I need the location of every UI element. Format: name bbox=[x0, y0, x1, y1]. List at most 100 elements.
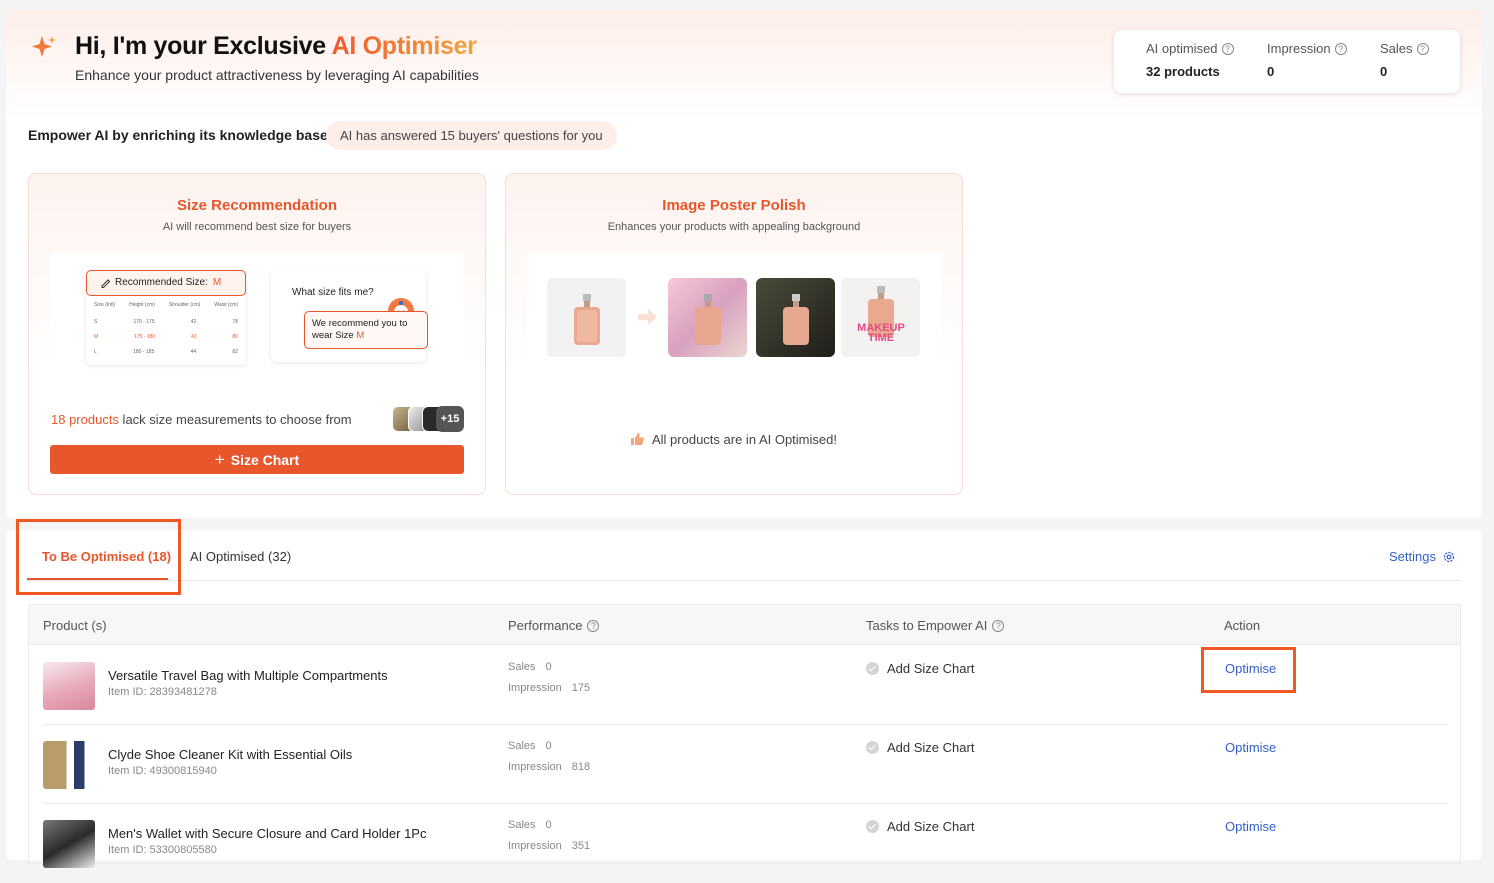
perf-impression: Impression 818 bbox=[508, 761, 590, 773]
size-chart-label: Size Chart bbox=[230, 452, 300, 468]
size-cell: Size (Intl) bbox=[94, 302, 116, 308]
size-table-row: L 180 - 185 44 82 bbox=[94, 349, 238, 355]
task-item: Add Size Chart bbox=[866, 740, 974, 755]
poster-text: MAKEUP TIME bbox=[857, 322, 905, 344]
perf-sales: Sales 0 bbox=[508, 819, 552, 831]
polished-image-floral bbox=[668, 278, 747, 357]
size-cell: 82 bbox=[232, 349, 238, 355]
help-icon[interactable]: ? bbox=[1416, 42, 1429, 55]
sparkle-icon bbox=[32, 36, 56, 57]
title-prefix: Hi, I'm your Exclusive bbox=[75, 32, 332, 60]
perf-label: Sales bbox=[508, 740, 536, 752]
size-cell: 80 bbox=[232, 334, 238, 340]
perf-label: Impression bbox=[508, 682, 562, 694]
optimise-link[interactable]: Optimise bbox=[1225, 819, 1276, 834]
stat-sales: Sales? 0 bbox=[1380, 41, 1429, 79]
ruler-icon bbox=[101, 279, 111, 288]
product-image bbox=[43, 662, 95, 710]
size-cell: 44 bbox=[190, 349, 197, 355]
optimise-link[interactable]: Optimise bbox=[1225, 740, 1276, 755]
task-item: Add Size Chart bbox=[866, 661, 974, 676]
task-item: Add Size Chart bbox=[866, 819, 974, 834]
product-image bbox=[43, 741, 95, 789]
product-item-id: Item ID: 49300815940 bbox=[108, 765, 217, 777]
size-cell: Height (cm) bbox=[129, 302, 155, 308]
perf-label: Sales bbox=[508, 819, 536, 831]
perf-value: 0 bbox=[545, 819, 552, 831]
perf-sales: Sales 0 bbox=[508, 740, 552, 752]
page-title: Hi, I'm your Exclusive AI Optimiser bbox=[75, 32, 477, 61]
highlight-box bbox=[16, 519, 181, 595]
size-cell: S bbox=[94, 319, 98, 325]
page-subtitle: Enhance your product attractiveness by l… bbox=[75, 67, 479, 83]
recommended-size-tag: Recommended Size: M bbox=[86, 270, 246, 296]
perf-sales: Sales 0 bbox=[508, 661, 552, 673]
stat-value: 32 products bbox=[1146, 64, 1220, 79]
perf-impression: Impression 175 bbox=[508, 682, 590, 694]
stat-ai-optimised: AI optimised? 32 products bbox=[1146, 41, 1234, 79]
perf-value: 351 bbox=[571, 840, 591, 852]
check-circle-icon bbox=[866, 820, 879, 833]
settings-label: Settings bbox=[1389, 549, 1436, 564]
plus-icon: + bbox=[214, 450, 225, 469]
help-icon[interactable]: ? bbox=[587, 619, 600, 632]
product-name: Clyde Shoe Cleaner Kit with Essential Oi… bbox=[108, 747, 353, 762]
size-illustration: Recommended Size: M Size (Intl) Height (cm… bbox=[50, 252, 464, 384]
perfume-bottle-icon bbox=[695, 294, 721, 345]
check-circle-icon bbox=[866, 741, 879, 754]
more-count-badge[interactable]: +15 bbox=[436, 406, 464, 432]
stat-label: Sales bbox=[1380, 41, 1413, 56]
size-cell: L bbox=[94, 349, 97, 355]
stat-value: 0 bbox=[1267, 64, 1275, 79]
size-cell: 175 - 180 bbox=[134, 334, 156, 340]
perf-label: Impression bbox=[508, 761, 562, 773]
product-item-id: Item ID: 28393481278 bbox=[108, 686, 217, 698]
card-title: Size Recommendation bbox=[176, 197, 338, 214]
table-row: Men's Wallet with Secure Closure and Car… bbox=[29, 804, 1460, 883]
missing-size-notice: 18 products lack size measurements to ch… bbox=[51, 412, 352, 427]
size-table-header: Size (Intl) Height (cm) Shoulder (cm) Waist… bbox=[94, 302, 238, 308]
col-performance: Performance? bbox=[508, 618, 600, 633]
ai-optimiser-panel: Hi, I'm your Exclusive AI Optimiser Enha… bbox=[6, 10, 1482, 518]
chat-example-card: What size fits me? We recommend you to w… bbox=[271, 270, 428, 362]
size-chart-button[interactable]: + Size Chart bbox=[50, 445, 464, 474]
size-cell: Waist (cm) bbox=[214, 302, 238, 308]
ai-answer: We recommend you to wear Size M bbox=[304, 311, 428, 349]
task-label: Add Size Chart bbox=[887, 661, 975, 676]
stat-label: Impression bbox=[1267, 41, 1331, 56]
lack-text: lack size measurements to choose from bbox=[118, 412, 352, 427]
lack-count: 18 products bbox=[51, 412, 119, 427]
settings-link[interactable]: Settings bbox=[1389, 549, 1456, 564]
table-row: Clyde Shoe Cleaner Kit with Essential Oi… bbox=[29, 725, 1460, 804]
all-optimised-status: All products are in AI Optimised! bbox=[506, 432, 962, 447]
products-table: Product (s) Performance? Tasks to Empowe… bbox=[28, 604, 1461, 868]
perf-value: 818 bbox=[571, 761, 591, 773]
task-label: Add Size Chart bbox=[887, 740, 975, 755]
col-label: Performance bbox=[508, 618, 583, 633]
help-icon[interactable]: ? bbox=[992, 619, 1005, 632]
size-table-row: M 175 - 180 43 80 bbox=[94, 334, 238, 340]
title-accent: AI Optimiser bbox=[331, 32, 477, 60]
help-icon[interactable]: ? bbox=[1334, 42, 1347, 55]
task-label: Add Size Chart bbox=[887, 819, 975, 834]
perf-impression: Impression 351 bbox=[508, 840, 590, 852]
check-circle-icon bbox=[866, 662, 879, 675]
product-item-id: Item ID: 53300805580 bbox=[108, 844, 217, 856]
product-name: Versatile Travel Bag with Multiple Compa… bbox=[108, 668, 388, 683]
stats-panel: AI optimised? 32 products Impression? 0 … bbox=[1114, 30, 1460, 93]
highlight-box bbox=[1201, 647, 1296, 693]
arrow-right-icon bbox=[638, 309, 657, 325]
col-tasks: Tasks to Empower AI? bbox=[866, 618, 1005, 633]
size-cell: 43 bbox=[191, 334, 197, 340]
perf-label: Sales bbox=[508, 661, 536, 673]
col-label: Product (s) bbox=[43, 618, 107, 633]
col-action: Action bbox=[1224, 618, 1260, 633]
size-cell: 78 bbox=[232, 319, 238, 325]
perf-value: 0 bbox=[545, 661, 552, 673]
size-cell: Shoulder (cm) bbox=[168, 302, 201, 308]
help-icon[interactable]: ? bbox=[1221, 42, 1234, 55]
tab-ai-optimised[interactable]: AI Optimised (32) bbox=[190, 549, 291, 564]
stat-value: 0 bbox=[1380, 64, 1388, 79]
product-name: Men's Wallet with Secure Closure and Car… bbox=[108, 826, 427, 841]
col-product: Product (s) bbox=[43, 618, 107, 633]
